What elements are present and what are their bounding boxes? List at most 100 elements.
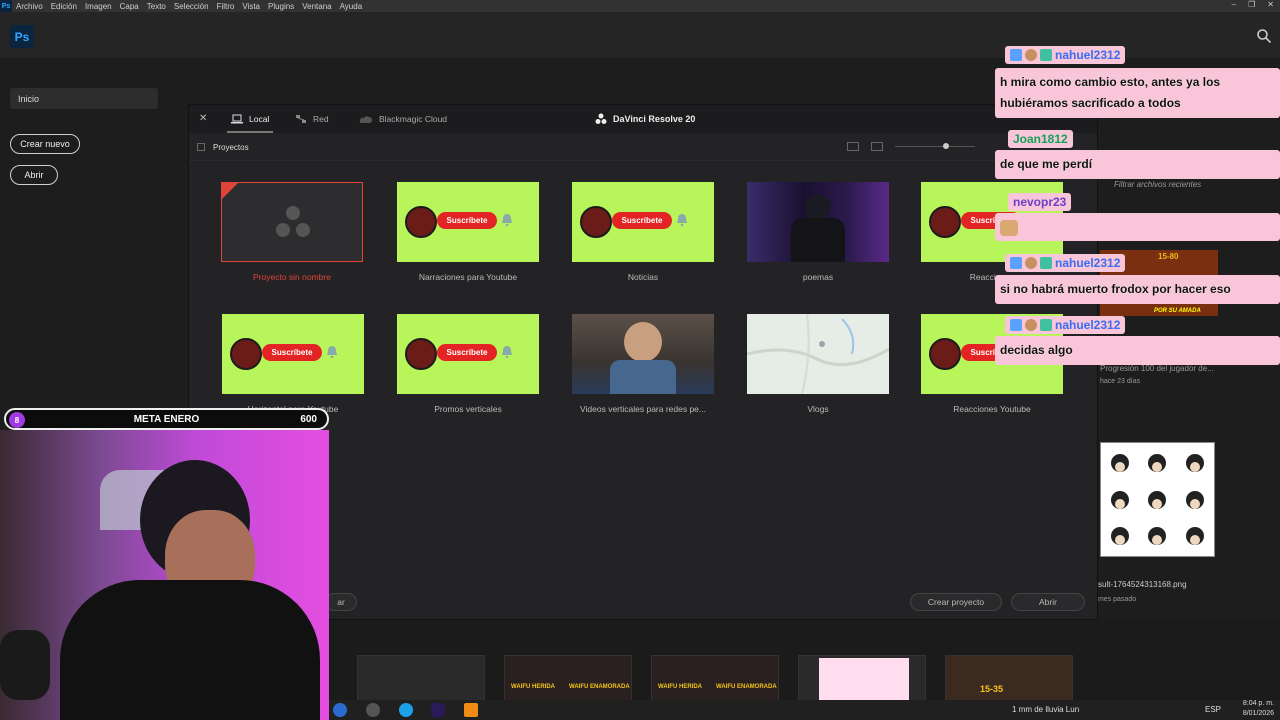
webcam-overlay — [0, 430, 329, 720]
recent-thumb[interactable]: WAIFU HERIDA WAIFU ENAMORADA — [504, 655, 632, 701]
menu-imagen[interactable]: Imagen — [81, 2, 116, 11]
laptop-icon — [231, 114, 243, 124]
projects-label: Proyectos — [213, 143, 249, 152]
project-tile[interactable]: Suscríbete Horizontal para Youtube — [222, 314, 364, 414]
subscribe-graphic: Suscríbete — [612, 212, 672, 229]
tab-cloud[interactable]: Blackmagic Cloud — [359, 114, 447, 124]
badge-icon — [1010, 257, 1022, 269]
tab-local[interactable]: Local — [226, 114, 274, 133]
chat-message: decidas algo — [995, 336, 1280, 365]
bell-icon — [502, 214, 512, 226]
menu-plugins[interactable]: Plugins — [264, 2, 298, 11]
project-tile[interactable]: poemas — [747, 182, 889, 282]
vlc-icon[interactable] — [464, 703, 478, 717]
project-thumb-photo — [747, 182, 889, 262]
new-folder-icon[interactable] — [847, 142, 859, 151]
chat-user-name: nahuel2312 — [1055, 318, 1121, 332]
bell-icon — [327, 346, 337, 358]
thumbnail-size-slider[interactable] — [895, 143, 975, 149]
ps-mini-icon: Ps — [0, 0, 12, 12]
goal-title: META ENERO — [133, 414, 200, 425]
view-mode-icon[interactable] — [871, 142, 883, 151]
slider-knob[interactable] — [943, 143, 949, 149]
cancel-button[interactable]: ar — [325, 593, 357, 611]
recent-thumb[interactable] — [357, 655, 485, 701]
menu-ayuda[interactable]: Ayuda — [336, 2, 367, 11]
weather-text[interactable]: 1 mm de lluvia Lun — [1012, 705, 1079, 714]
chat-username: nahuel2312 — [1005, 316, 1126, 334]
network-icon — [296, 115, 306, 123]
menu-seleccion[interactable]: Selección — [170, 2, 213, 11]
menu-edicion[interactable]: Edición — [47, 2, 81, 11]
sprite-sheet-thumb[interactable] — [1100, 442, 1215, 557]
sidebar-toggle-icon[interactable] — [197, 143, 205, 151]
home-item[interactable]: Inicio — [10, 88, 158, 109]
clock-date[interactable]: 8/01/2026 — [1214, 710, 1274, 717]
chat-username: Joan1812 — [1008, 130, 1073, 148]
filter-recent-input[interactable]: Filtrar archivos recientes — [1114, 180, 1201, 189]
thumb-label: 15-35 — [980, 684, 1004, 694]
project-tile[interactable]: Suscríbete Promos verticales — [397, 314, 539, 414]
chat-user-name: nahuel2312 — [1055, 48, 1121, 62]
project-thumb: Suscríbete — [222, 314, 364, 394]
avatar — [405, 338, 437, 370]
project-tile[interactable]: Videos verticales para redes pe... — [572, 314, 714, 414]
create-project-button[interactable]: Crear proyecto — [910, 593, 1002, 611]
clock-time[interactable]: 8:04 p. m. — [1214, 700, 1274, 707]
create-new-button[interactable]: Crear nuevo — [10, 134, 80, 154]
badge-icon — [1040, 319, 1052, 331]
stream-goal-bar: 8 META ENERO 600 — [4, 408, 329, 430]
thumb-label: WAIFU ENAMORADA — [569, 684, 630, 690]
menu-capa[interactable]: Capa — [116, 2, 143, 11]
thumb-label: WAIFU HERIDA — [511, 684, 555, 690]
person-head — [805, 194, 831, 220]
davinci-title-text: DaVinci Resolve 20 — [613, 114, 696, 124]
project-name: Reacciones Youtube — [953, 404, 1031, 414]
menu-texto[interactable]: Texto — [143, 2, 170, 11]
recent-file-time: mes pasado — [1098, 596, 1137, 603]
recent-thumb[interactable]: WAIFU HERIDA WAIFU ENAMORADA — [651, 655, 779, 701]
recent-thumb[interactable]: 15-35 — [945, 655, 1073, 701]
thumb-label: WAIFU HERIDA — [658, 684, 702, 690]
tab-network-label: Red — [313, 114, 329, 124]
edge-icon[interactable] — [399, 703, 413, 717]
project-name: Proyecto sin nombre — [253, 272, 331, 282]
project-tile[interactable]: Vlogs — [747, 314, 889, 414]
project-tile[interactable]: Suscríbete Noticias — [572, 182, 714, 282]
menu-filtro[interactable]: Filtro — [213, 2, 239, 11]
window-controls: – ❐ ✕ — [1232, 0, 1274, 9]
dialog-open-button[interactable]: Abrir — [1011, 593, 1085, 611]
tab-cloud-label: Blackmagic Cloud — [379, 114, 448, 124]
minimize-icon[interactable]: – — [1232, 0, 1236, 9]
badge-icon — [1040, 49, 1052, 61]
project-name: poemas — [802, 272, 834, 282]
badge-icon — [1025, 49, 1037, 61]
search-icon[interactable] — [1256, 28, 1272, 44]
tab-network[interactable]: Red — [295, 114, 329, 124]
badge-icon — [1040, 257, 1052, 269]
project-name: Vlogs — [807, 404, 829, 414]
menu-vista[interactable]: Vista — [238, 2, 264, 11]
tab-local-label: Local — [249, 114, 270, 124]
recent-file-name[interactable]: sult-1764524313168.png — [1098, 580, 1187, 589]
avatar — [580, 206, 612, 238]
project-tile[interactable]: Proyecto sin nombre — [221, 182, 363, 282]
sprite-grid — [1111, 454, 1204, 545]
person-jacket — [610, 360, 676, 394]
close-dialog-icon[interactable]: ✕ — [199, 113, 207, 124]
close-icon[interactable]: ✕ — [1267, 0, 1274, 9]
project-thumb: Suscríbete — [572, 182, 714, 262]
project-tile[interactable]: Suscríbete Narraciones para Youtube — [397, 182, 539, 282]
new-corner-icon — [222, 183, 238, 199]
app-icon[interactable] — [366, 703, 380, 717]
recent-item-title[interactable]: Progresión 100 del jugador de... — [1100, 364, 1214, 373]
menu-ventana[interactable]: Ventana — [298, 2, 335, 11]
menu-archivo[interactable]: Archivo — [12, 2, 47, 11]
recent-thumb[interactable] — [798, 655, 926, 701]
app-icon[interactable] — [333, 703, 347, 717]
maximize-icon[interactable]: ❐ — [1248, 0, 1255, 9]
davinci-placeholder-icon — [276, 206, 310, 237]
premiere-icon[interactable] — [431, 703, 445, 717]
chat-user-name: nevopr23 — [1013, 195, 1067, 209]
open-button[interactable]: Abrir — [10, 165, 58, 185]
